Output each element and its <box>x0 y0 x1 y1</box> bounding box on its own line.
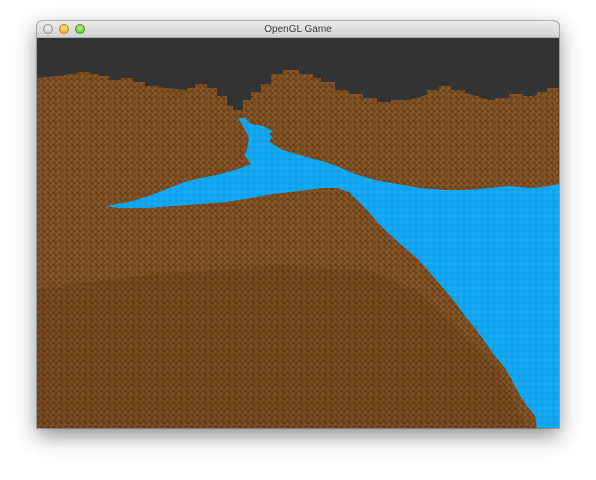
window-title: OpenGL Game <box>264 24 332 35</box>
game-viewport[interactable] <box>37 38 559 428</box>
title-bar[interactable]: OpenGL Game <box>37 21 559 38</box>
terrain-scene <box>37 38 559 428</box>
game-window: OpenGL Game <box>37 21 559 428</box>
